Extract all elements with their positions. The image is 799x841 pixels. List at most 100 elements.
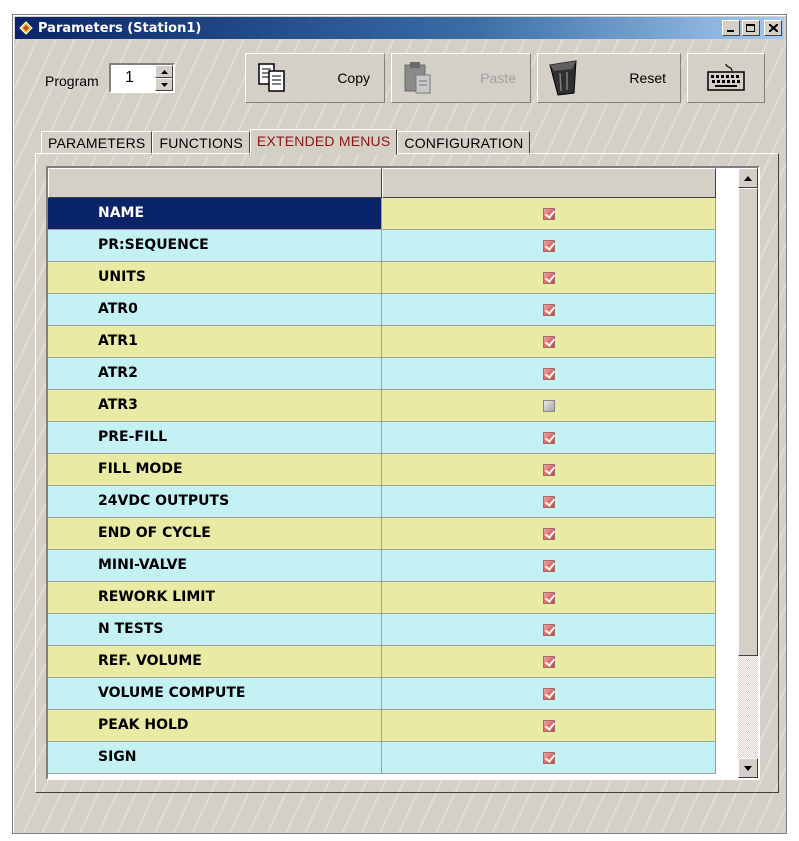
table-row[interactable]: END OF CYCLE <box>48 518 758 550</box>
menu-item-name[interactable]: 24VDC OUTPUTS <box>48 486 382 518</box>
menu-item-name[interactable]: ATR0 <box>48 294 382 326</box>
reset-button[interactable]: Reset <box>537 53 681 103</box>
tab-bar: PARAMETERS FUNCTIONS EXTENDED MENUS CONF… <box>41 129 531 155</box>
enabled-checkbox[interactable] <box>542 303 555 316</box>
enabled-checkbox[interactable] <box>542 495 555 508</box>
table-row[interactable]: NAME <box>48 198 758 230</box>
enabled-checkbox[interactable] <box>542 559 555 572</box>
enabled-checkbox[interactable] <box>542 719 555 732</box>
enabled-checkbox[interactable] <box>542 687 555 700</box>
enabled-checkbox[interactable] <box>542 591 555 604</box>
program-spinner[interactable]: 1 <box>109 63 175 93</box>
enabled-checkbox[interactable] <box>542 431 555 444</box>
enabled-cell <box>382 678 716 710</box>
menu-item-name[interactable]: PEAK HOLD <box>48 710 382 742</box>
enabled-checkbox[interactable] <box>542 335 555 348</box>
paste-icon <box>398 58 438 98</box>
enabled-checkbox[interactable] <box>542 751 555 764</box>
enabled-checkbox[interactable] <box>542 207 555 220</box>
keyboard-button[interactable] <box>687 53 765 103</box>
reset-label: Reset <box>629 70 666 86</box>
header-enabled-column[interactable] <box>382 168 716 198</box>
spin-up-button[interactable] <box>155 65 173 78</box>
enabled-checkbox[interactable] <box>542 463 555 476</box>
paste-label: Paste <box>480 70 516 86</box>
copy-button[interactable]: Copy <box>245 53 385 103</box>
menu-item-name[interactable]: PRE-FILL <box>48 422 382 454</box>
enabled-cell <box>382 294 716 326</box>
enabled-cell <box>382 518 716 550</box>
menu-item-name[interactable]: ATR3 <box>48 390 382 422</box>
enabled-checkbox[interactable] <box>542 399 555 412</box>
maximize-button[interactable] <box>742 20 760 36</box>
table-row[interactable]: FILL MODE <box>48 454 758 486</box>
table-row[interactable]: SIGN <box>48 742 758 774</box>
paste-button[interactable]: Paste <box>391 53 531 103</box>
table-row[interactable]: ATR3 <box>48 390 758 422</box>
tab-extended-menus[interactable]: EXTENDED MENUS <box>249 129 398 155</box>
menu-item-name[interactable]: REWORK LIMIT <box>48 582 382 614</box>
menu-item-name[interactable]: NAME <box>48 198 382 230</box>
tab-functions[interactable]: FUNCTIONS <box>152 131 250 155</box>
enabled-checkbox[interactable] <box>542 239 555 252</box>
scroll-track[interactable] <box>738 656 758 758</box>
table-row[interactable]: VOLUME COMPUTE <box>48 678 758 710</box>
enabled-cell <box>382 550 716 582</box>
enabled-cell <box>382 358 716 390</box>
enabled-checkbox[interactable] <box>542 623 555 636</box>
table-row[interactable]: REF. VOLUME <box>48 646 758 678</box>
enabled-cell <box>382 422 716 454</box>
scroll-up-button[interactable] <box>738 168 758 188</box>
menu-item-name[interactable]: FILL MODE <box>48 454 382 486</box>
menu-item-name[interactable]: REF. VOLUME <box>48 646 382 678</box>
keyboard-icon <box>706 58 746 98</box>
menu-item-name[interactable]: PR:SEQUENCE <box>48 230 382 262</box>
table-row[interactable]: PRE-FILL <box>48 422 758 454</box>
table-row[interactable]: N TESTS <box>48 614 758 646</box>
menu-item-name[interactable]: MINI-VALVE <box>48 550 382 582</box>
enabled-cell <box>382 262 716 294</box>
menu-item-name[interactable]: VOLUME COMPUTE <box>48 678 382 710</box>
table-row[interactable]: UNITS <box>48 262 758 294</box>
menu-item-name[interactable]: N TESTS <box>48 614 382 646</box>
table-row[interactable]: ATR2 <box>48 358 758 390</box>
spin-down-button[interactable] <box>155 78 173 91</box>
program-value[interactable]: 1 <box>111 65 155 91</box>
tab-parameters[interactable]: PARAMETERS <box>41 131 153 155</box>
enabled-checkbox[interactable] <box>542 367 555 380</box>
enabled-checkbox[interactable] <box>542 527 555 540</box>
enabled-cell <box>382 390 716 422</box>
table-row[interactable]: MINI-VALVE <box>48 550 758 582</box>
menu-item-name[interactable]: ATR1 <box>48 326 382 358</box>
copy-label: Copy <box>337 70 370 86</box>
menu-grid: NAME PR:SEQUENCE UNITS ATR0 ATR1 ATR2 ATR3 PRE-… <box>46 166 760 780</box>
title-bar[interactable]: Parameters (Station1) <box>15 17 784 39</box>
enabled-cell <box>382 486 716 518</box>
trash-icon <box>544 58 584 98</box>
tab-configuration[interactable]: CONFIGURATION <box>397 131 531 155</box>
scroll-thumb[interactable] <box>738 188 758 656</box>
menu-item-name[interactable]: SIGN <box>48 742 382 774</box>
enabled-checkbox[interactable] <box>542 271 555 284</box>
enabled-cell <box>382 198 716 230</box>
enabled-checkbox[interactable] <box>542 655 555 668</box>
scroll-down-button[interactable] <box>738 758 758 778</box>
minimize-button[interactable] <box>722 20 740 36</box>
enabled-cell <box>382 614 716 646</box>
enabled-cell <box>382 454 716 486</box>
menu-item-name[interactable]: END OF CYCLE <box>48 518 382 550</box>
window-title: Parameters (Station1) <box>38 20 202 36</box>
header-name-column[interactable] <box>48 168 382 198</box>
menu-item-name[interactable]: ATR2 <box>48 358 382 390</box>
vertical-scrollbar[interactable] <box>738 168 758 778</box>
menu-item-name[interactable]: UNITS <box>48 262 382 294</box>
table-row[interactable]: PR:SEQUENCE <box>48 230 758 262</box>
close-button[interactable] <box>764 20 782 36</box>
enabled-cell <box>382 230 716 262</box>
table-row[interactable]: 24VDC OUTPUTS <box>48 486 758 518</box>
table-row[interactable]: REWORK LIMIT <box>48 582 758 614</box>
app-icon <box>18 20 34 36</box>
table-row[interactable]: ATR1 <box>48 326 758 358</box>
table-row[interactable]: ATR0 <box>48 294 758 326</box>
table-row[interactable]: PEAK HOLD <box>48 710 758 742</box>
